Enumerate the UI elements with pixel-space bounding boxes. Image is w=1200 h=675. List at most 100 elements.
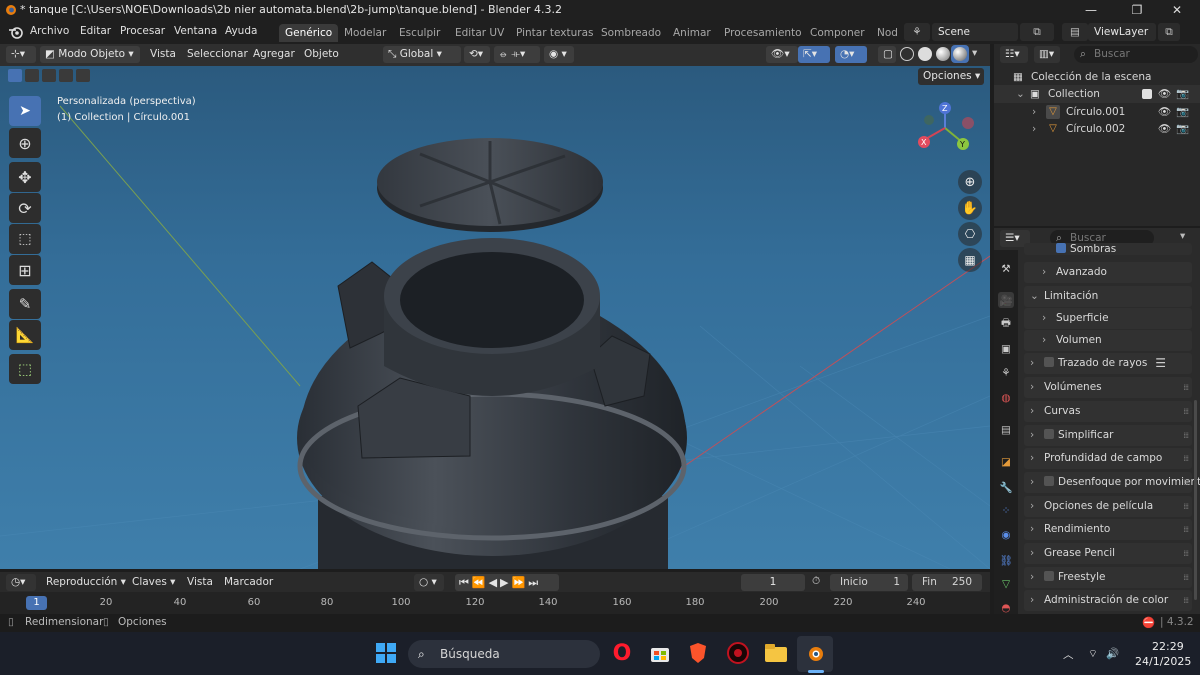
prop-row-limitacion[interactable]: ⌄ Limitación	[1024, 286, 1192, 307]
menu-ayuda[interactable]: Ayuda	[225, 25, 257, 37]
tab-generico[interactable]: Genérico	[279, 24, 339, 42]
current-frame-field[interactable]: 1	[741, 574, 805, 591]
brave-browser-icon[interactable]	[684, 639, 712, 667]
scale-tool[interactable]: ⬚	[9, 224, 41, 254]
select-subtract-icon[interactable]	[42, 69, 56, 82]
perspective-toggle-button[interactable]: ▦	[958, 248, 982, 272]
tab-animar[interactable]: Animar	[667, 24, 717, 42]
auto-keying-icon[interactable]: ○ ▾	[414, 574, 444, 591]
move-tool[interactable]: ✥	[9, 162, 41, 192]
xray-toggle-icon[interactable]: ▢	[878, 46, 896, 63]
sombras-checkbox[interactable]	[1056, 243, 1066, 253]
menu-claves[interactable]: Claves ▾	[132, 576, 175, 588]
collection-tab-icon[interactable]: ▤	[998, 422, 1014, 438]
drag-handle-icon[interactable]: ⁞⁞⁞	[1183, 590, 1189, 611]
minimize-button[interactable]: —	[1068, 0, 1114, 20]
pivot-point-icon[interactable]: ⟲▾	[464, 46, 490, 63]
object-tab-icon[interactable]: ◪	[998, 454, 1014, 470]
prop-row-administracion-de-color[interactable]: › Administración de color ⁞⁞⁞	[1024, 590, 1192, 611]
camera-render-icon[interactable]: 📷	[1176, 103, 1189, 121]
scene-selector-icon[interactable]: ⚘	[904, 23, 930, 41]
prop-row-curvas[interactable]: › Curvas ⁞⁞⁞	[1024, 401, 1192, 422]
options-dropdown[interactable]: Opciones ▾	[918, 68, 984, 85]
cursor-tool[interactable]: ⊕	[9, 128, 41, 158]
playback-controls[interactable]: ⏮⏪◀▶⏩⏭	[455, 574, 559, 591]
menu-procesar[interactable]: Procesar	[120, 25, 165, 37]
tab-componer[interactable]: Componer	[804, 24, 871, 42]
menu-reproduccion[interactable]: Reproducción ▾	[46, 576, 126, 588]
physics-tab-icon[interactable]: ◉	[998, 527, 1014, 543]
overlays-toggle-icon[interactable]: ◔▾	[835, 46, 867, 63]
particles-tab-icon[interactable]: ⁘	[998, 503, 1014, 519]
wifi-icon[interactable]: ⌔	[1088, 647, 1098, 661]
opera-browser-icon[interactable]: O	[608, 639, 636, 667]
collapse-chevron-icon[interactable]: ⌄	[1016, 85, 1025, 103]
tab-sombreado[interactable]: Sombreado	[595, 24, 667, 42]
outliner-collection-row[interactable]: ⌄ ▣ Collection 👁 📷	[994, 85, 1200, 103]
object-data-tab-icon[interactable]: ▽	[998, 576, 1014, 592]
modifiers-tab-icon[interactable]: 🔧	[998, 479, 1014, 495]
microsoft-store-icon[interactable]	[646, 639, 674, 667]
tab-editar-uv[interactable]: Editar UV	[449, 24, 510, 42]
prop-row-simplificar[interactable]: › Simplificar ⁞⁞⁞	[1024, 425, 1192, 446]
mode-selector[interactable]: ◩ Modo Objeto ▾	[40, 46, 140, 63]
menu-vista[interactable]: Vista	[150, 48, 176, 60]
expand-chevron-icon[interactable]: ›	[1032, 103, 1036, 121]
zoom-button[interactable]: ⊕	[958, 170, 982, 194]
collection-checkbox[interactable]	[1142, 89, 1152, 99]
render-tab-icon[interactable]: 🎥	[998, 292, 1014, 308]
app-red-icon[interactable]	[724, 639, 752, 667]
new-view-layer-icon[interactable]: ⧉	[1158, 23, 1180, 41]
view-layer-icon[interactable]: ▤	[1062, 23, 1088, 41]
camera-render-icon[interactable]: 📷	[1176, 85, 1189, 103]
navigation-gizmo[interactable]: Z Y X	[912, 102, 982, 154]
menu-objeto[interactable]: Objeto	[304, 48, 339, 60]
volume-icon[interactable]: 🔊	[1106, 647, 1119, 660]
drag-handle-icon[interactable]: ⁞⁞⁞	[1183, 543, 1189, 564]
proportional-edit-icon[interactable]: ◉ ▾	[544, 46, 574, 63]
freestyle-checkbox[interactable]	[1044, 571, 1054, 581]
select-invert-icon[interactable]	[59, 69, 73, 82]
menu-seleccionar[interactable]: Seleccionar	[187, 48, 248, 60]
end-frame-field[interactable]: Fin 250	[912, 574, 982, 591]
drag-handle-icon[interactable]: ⁞⁞⁞	[1183, 377, 1189, 398]
view-layer-field[interactable]: ViewLayer	[1088, 23, 1156, 41]
shading-options-chevron-icon[interactable]: ▾	[972, 47, 977, 59]
pan-button[interactable]: ✋	[958, 196, 982, 220]
outliner-scene-collection[interactable]: ▦ Colección de la escena	[994, 68, 1200, 86]
start-frame-field[interactable]: Inicio 1	[830, 574, 908, 591]
snap-icon[interactable]: ⦵ ⟛▾	[494, 46, 540, 63]
menu-agregar[interactable]: Agregar	[253, 48, 295, 60]
windows-start-icon[interactable]	[372, 639, 400, 667]
prop-row-freestyle[interactable]: › Freestyle ⁞⁞⁞	[1024, 567, 1192, 588]
eye-icon[interactable]: 👁	[1158, 120, 1171, 138]
drag-handle-icon[interactable]: ⁞⁞⁞	[1183, 401, 1189, 422]
select-extend-icon[interactable]	[25, 69, 39, 82]
material-shading-icon[interactable]	[936, 47, 950, 61]
raytracing-checkbox[interactable]	[1044, 357, 1054, 367]
tray-chevron-icon[interactable]: ︿	[1063, 647, 1074, 662]
tool-settings-tab-icon[interactable]: ⚒	[998, 261, 1014, 277]
transform-tool[interactable]: ⊞	[9, 255, 41, 285]
visibility-icon[interactable]: 👁▾	[766, 46, 798, 63]
tab-nodos[interactable]: Nod	[871, 24, 904, 42]
select-new-icon[interactable]	[8, 69, 22, 82]
output-tab-icon[interactable]: 🖶	[998, 316, 1014, 332]
prop-row-grease-pencil[interactable]: › Grease Pencil ⁞⁞⁞	[1024, 543, 1192, 564]
timeline-editor-type-icon[interactable]: ◷▾	[6, 574, 36, 591]
eye-icon[interactable]: 👁	[1158, 85, 1171, 103]
prop-row-trazado-de-rayos[interactable]: › Trazado de rayos ☰	[1024, 353, 1192, 374]
drag-handle-icon[interactable]: ⁞⁞⁞	[1183, 448, 1189, 469]
camera-view-button[interactable]: ⎔	[958, 222, 982, 246]
new-scene-icon[interactable]: ⧉	[1020, 23, 1054, 41]
view-layer-tab-icon[interactable]: ▣	[998, 341, 1014, 357]
prop-row-opciones-de-pelicula[interactable]: › Opciones de película ⁞⁞⁞	[1024, 496, 1192, 517]
scene-name-field[interactable]: Scene	[932, 23, 1018, 41]
file-explorer-icon[interactable]	[762, 639, 790, 667]
properties-scrollbar[interactable]	[1194, 400, 1197, 600]
measure-tool[interactable]: 📐	[9, 320, 41, 350]
tab-modelar[interactable]: Modelar	[338, 24, 392, 42]
list-presets-icon[interactable]: ☰	[1155, 353, 1166, 374]
timeline-ruler[interactable]: 1 20 40 60 80 100 120 140 160 180 200 22…	[0, 592, 990, 614]
3d-viewport[interactable]: Personalizada (perspectiva) (1) Collecti…	[0, 66, 990, 569]
